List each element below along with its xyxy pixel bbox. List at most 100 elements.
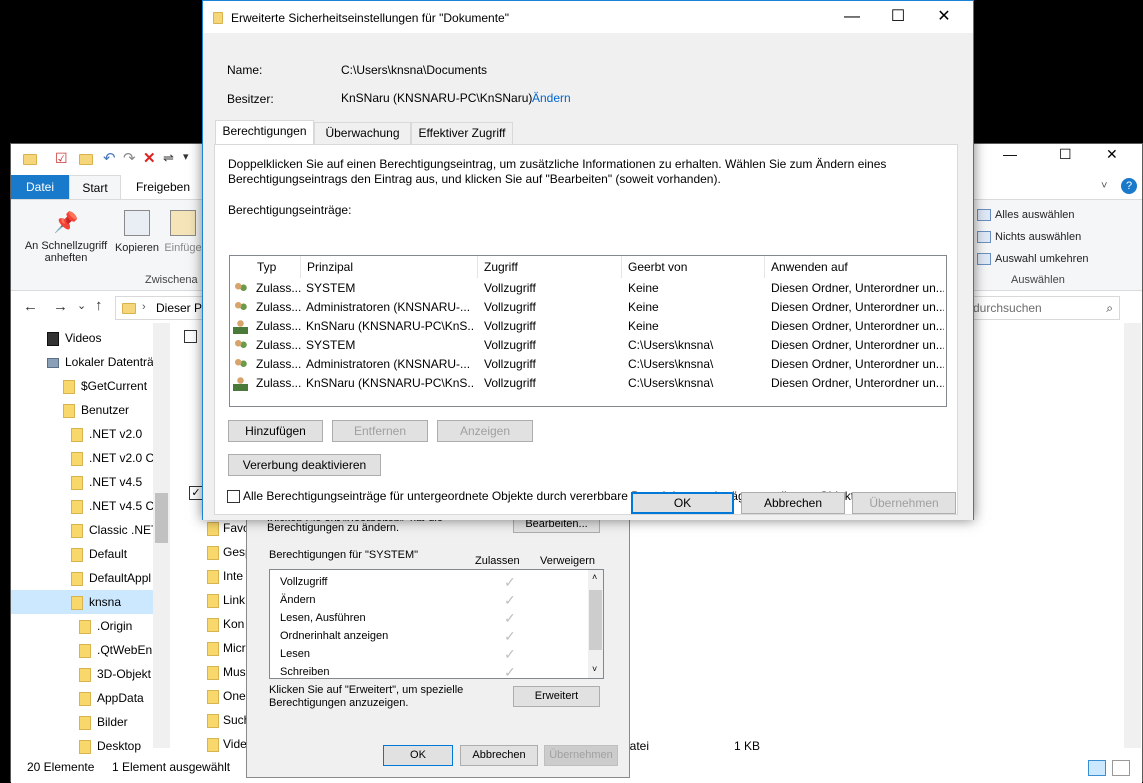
advanced-button[interactable]: Erweitert [513,686,600,707]
new-folder-icon[interactable] [79,154,93,165]
list-item[interactable]: Favo [207,518,250,538]
close-button[interactable]: ✕ [921,1,967,33]
properties-icon[interactable]: ☑ [55,150,68,167]
dialog-title-bar[interactable]: Erweiterte Sicherheitseinstellungen für … [203,1,973,33]
details-view-icon[interactable] [1088,760,1106,776]
nav-item[interactable]: Videos [11,326,153,350]
props-cancel-button[interactable]: Abbrechen [460,745,538,766]
cancel-button[interactable]: Abbrechen [741,492,845,514]
nav-item[interactable]: .QtWebEn [11,638,153,662]
nav-item[interactable]: .Origin [11,614,153,638]
list-item[interactable]: Such [207,710,250,730]
props-ok-button[interactable]: OK [383,745,453,766]
permission-entries-list[interactable]: Typ Prinzipal Zugriff Geerbt von Anwende… [229,255,947,407]
maximize-button[interactable]: ☐ [875,1,921,33]
copy-button[interactable]: Kopieren [111,210,163,254]
nav-item[interactable]: 3D-Objekt [11,662,153,686]
row-checkbox[interactable]: ✓ [189,486,203,500]
history-dropdown-icon[interactable]: ⌄ [77,299,86,312]
nav-item[interactable]: AppData [11,686,153,710]
list-item[interactable]: Kon [207,614,244,634]
nav-item[interactable]: $GetCurrent [11,374,153,398]
nav-item[interactable]: .NET v4.5 Cl [11,494,153,518]
nav-item[interactable]: Benutzer [11,398,153,422]
nav-item[interactable]: Classic .NET [11,518,153,542]
table-row[interactable]: Zulass... SYSTEM Vollzugriff Keine Diesen Or… [230,279,946,298]
rename-icon[interactable]: ⇌ [163,150,174,166]
tab-permissions[interactable]: Berechtigungen [215,120,314,144]
nav-item-label: knsna [89,595,122,609]
table-row[interactable]: Zulass... Administratoren (KNSNARU-... Vol… [230,355,946,374]
tab-start[interactable]: Start [69,175,121,199]
add-button[interactable]: Hinzufügen [228,420,323,442]
delete-icon[interactable]: ✕ [143,149,156,167]
invert-selection-button[interactable]: Auswahl umkehren [977,250,1089,268]
list-item[interactable]: Mus [207,662,246,682]
list-item[interactable]: Micr [207,638,246,658]
perm-scrollbar-thumb[interactable] [589,590,602,650]
nav-item[interactable]: DefaultAppl [11,566,153,590]
tab-datei[interactable]: Datei [11,175,69,199]
change-owner-link[interactable]: Ändern [532,91,571,105]
select-all-button[interactable]: Alles auswählen [977,206,1075,224]
folder-icon [79,643,91,658]
list-item[interactable]: Gesp [207,542,252,562]
nav-item[interactable]: Default [11,542,153,566]
close-button[interactable]: ✕ [1106,146,1118,163]
nav-scrollbar-thumb[interactable] [155,493,168,543]
redo-icon[interactable]: ↷ [123,149,136,167]
help-icon[interactable]: ? [1121,178,1137,194]
search-input[interactable]: durchsuchen ⌕ [966,296,1120,320]
table-row[interactable]: Zulass... KnSNaru (KNSNARU-PC\KnS... Vollz… [230,374,946,393]
customize-dropdown-icon[interactable]: ▾ [183,150,189,163]
replace-child-entries-checkbox[interactable] [227,490,240,503]
ribbon-collapse-icon[interactable]: ˅ [1101,180,1107,192]
maximize-button[interactable]: ☐ [1059,146,1072,163]
up-arrow-icon[interactable]: ↑ [95,297,103,314]
perm-scrollbar[interactable]: ˄ ˅ [588,570,603,678]
col-type[interactable]: Typ [251,256,301,278]
cell-principal: SYSTEM [306,338,356,352]
select-none-button[interactable]: Nichts auswählen [977,228,1081,246]
nav-item[interactable]: .NET v2.0 [11,422,153,446]
minimize-button[interactable]: — [1003,146,1017,162]
address-bar[interactable]: › Dieser P [115,296,205,320]
breadcrumb[interactable]: Dieser P [156,301,202,315]
disable-inheritance-button[interactable]: Vererbung deaktivieren [228,454,381,476]
select-all-checkbox[interactable] [184,330,197,343]
table-row[interactable]: Zulass... KnSNaru (KNSNARU-PC\KnS... Vollz… [230,317,946,336]
content-scrollbar[interactable] [1124,323,1141,748]
ok-button[interactable]: OK [631,492,734,514]
table-row[interactable]: Zulass... SYSTEM Vollzugriff C:\Users\knsna… [230,336,946,355]
undo-icon[interactable]: ↶ [103,149,116,167]
nav-item[interactable]: knsna [11,590,153,614]
pin-quick-access-button[interactable]: 📌 An Schnellzugriff anheften [17,210,115,264]
nav-item[interactable]: .NET v4.5 [11,470,153,494]
tiles-view-icon[interactable] [1112,760,1130,776]
minimize-button[interactable]: — [829,1,875,33]
nav-item[interactable]: .NET v2.0 Cl [11,446,153,470]
list-item[interactable]: Link [207,590,245,610]
permissions-list[interactable]: Vollzugriff ✓ Ändern ✓ Lesen, Ausführen ✓ Ordn… [269,569,604,679]
paste-button[interactable]: Einfüge [163,210,203,254]
forward-arrow-icon[interactable]: → [53,298,68,315]
cell-access: Vollzugriff [484,338,536,352]
col-inherited-from[interactable]: Geerbt von [622,256,765,278]
nav-item[interactable]: Lokaler Datenträ [11,350,153,374]
col-applies-to[interactable]: Anwenden auf [765,256,946,278]
list-item[interactable]: Inte [207,566,243,586]
folder-icon [207,665,219,680]
tab-auditing[interactable]: Überwachung [314,122,411,144]
list-item[interactable]: One [207,686,246,706]
group-icon [233,300,248,315]
col-access[interactable]: Zugriff [478,256,622,278]
tab-effective-access[interactable]: Effektiver Zugriff [411,122,513,144]
tab-freigeben[interactable]: Freigeben [123,175,203,199]
table-row[interactable]: Zulass... Administratoren (KNSNARU-... Vol… [230,298,946,317]
scroll-down-icon[interactable]: ˅ [592,664,597,674]
back-arrow-icon[interactable]: ← [23,298,38,315]
nav-item[interactable]: Bilder [11,710,153,734]
col-principal[interactable]: Prinzipal [301,256,478,278]
list-item[interactable]: Vide [207,734,247,754]
scroll-up-icon[interactable]: ˄ [592,572,597,582]
